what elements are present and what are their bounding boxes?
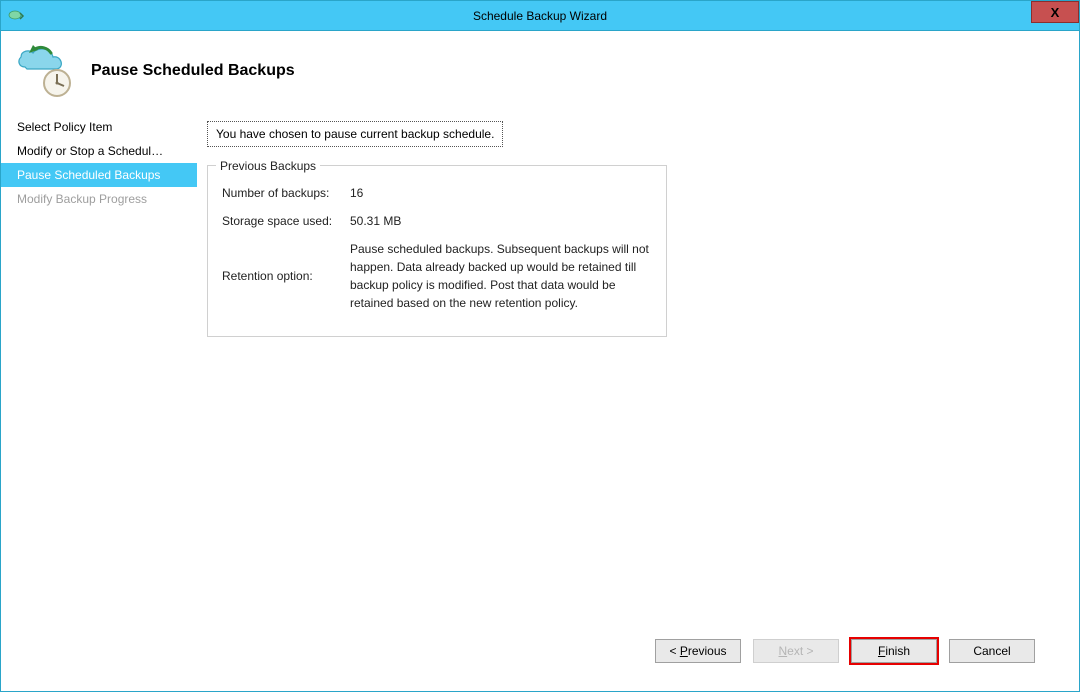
label-storage-used: Storage space used: bbox=[222, 212, 350, 230]
app-icon bbox=[7, 6, 27, 26]
spacer bbox=[207, 337, 1059, 621]
row-retention-option: Retention option: Pause scheduled backup… bbox=[222, 240, 652, 312]
cancel-button[interactable]: Cancel bbox=[949, 639, 1035, 663]
row-number-of-backups: Number of backups: 16 bbox=[222, 184, 652, 202]
previous-backups-group: Previous Backups Number of backups: 16 S… bbox=[207, 165, 667, 337]
label-retention-option: Retention option: bbox=[222, 267, 350, 285]
button-label: Cancel bbox=[973, 644, 1010, 658]
titlebar: Schedule Backup Wizard X bbox=[1, 1, 1079, 31]
wizard-steps-sidebar: Select Policy Item Modify or Stop a Sche… bbox=[1, 111, 197, 691]
header-icon bbox=[13, 43, 73, 98]
sidebar-item-modify-stop[interactable]: Modify or Stop a Schedul… bbox=[1, 139, 197, 163]
previous-button[interactable]: < Previous bbox=[655, 639, 741, 663]
sidebar-item-pause-backups[interactable]: Pause Scheduled Backups bbox=[1, 163, 197, 187]
row-storage-used: Storage space used: 50.31 MB bbox=[222, 212, 652, 230]
window-title: Schedule Backup Wizard bbox=[1, 9, 1079, 23]
sidebar-item-label: Modify Backup Progress bbox=[17, 192, 147, 206]
sidebar-item-label: Select Policy Item bbox=[17, 120, 112, 134]
wizard-content: You have chosen to pause current backup … bbox=[197, 111, 1079, 691]
label-number-of-backups: Number of backups: bbox=[222, 184, 350, 202]
sidebar-item-select-policy[interactable]: Select Policy Item bbox=[1, 115, 197, 139]
wizard-buttons: < Previous Next > Finish Cancel bbox=[207, 621, 1059, 681]
close-button[interactable]: X bbox=[1031, 1, 1079, 23]
sidebar-item-modify-progress: Modify Backup Progress bbox=[1, 187, 197, 211]
button-label: < Previous bbox=[669, 644, 726, 658]
sidebar-item-label: Pause Scheduled Backups bbox=[17, 168, 160, 182]
value-number-of-backups: 16 bbox=[350, 184, 652, 202]
value-retention-option: Pause scheduled backups. Subsequent back… bbox=[350, 240, 652, 312]
wizard-header: Pause Scheduled Backups bbox=[1, 31, 1079, 111]
sidebar-item-label: Modify or Stop a Schedul… bbox=[17, 144, 163, 158]
button-label: Finish bbox=[878, 644, 910, 658]
finish-button[interactable]: Finish bbox=[851, 639, 937, 663]
close-icon: X bbox=[1051, 5, 1060, 20]
value-storage-used: 50.31 MB bbox=[350, 212, 652, 230]
next-button: Next > bbox=[753, 639, 839, 663]
wizard-body: Select Policy Item Modify or Stop a Sche… bbox=[1, 111, 1079, 691]
wizard-window: Schedule Backup Wizard X Pause Scheduled… bbox=[0, 0, 1080, 692]
groupbox-title: Previous Backups bbox=[216, 157, 320, 175]
confirmation-text: You have chosen to pause current backup … bbox=[207, 121, 503, 147]
page-title: Pause Scheduled Backups bbox=[91, 62, 295, 80]
button-label: Next > bbox=[778, 644, 813, 658]
